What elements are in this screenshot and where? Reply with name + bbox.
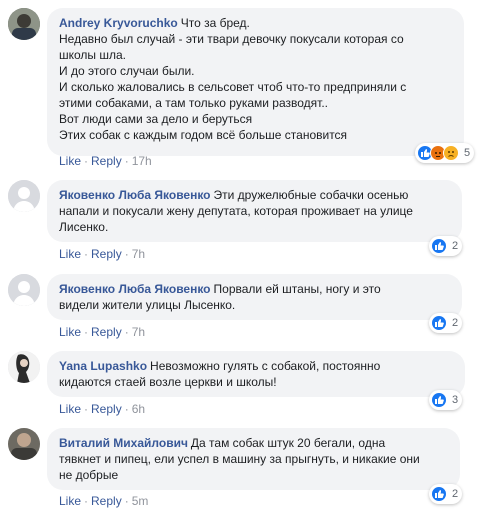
comment-text: тявкнет и пипец, ели успел в машину за п… bbox=[59, 452, 420, 466]
separator: · bbox=[124, 247, 129, 261]
separator: · bbox=[124, 325, 129, 339]
comment-bubble: Яковенко Люба Яковенко Эти дружелюбные со… bbox=[47, 180, 462, 242]
like-button[interactable]: Like bbox=[59, 247, 81, 261]
comment-actions: Like · Reply · 7h bbox=[59, 247, 145, 261]
comment-author[interactable]: Яковенко Люба Яковенко bbox=[59, 188, 211, 202]
comment-text: Порвали ей штаны, ногу и это bbox=[213, 282, 381, 296]
comment-timestamp[interactable]: 5m bbox=[132, 494, 149, 508]
like-icon bbox=[431, 392, 447, 408]
reaction-summary[interactable]: 2 bbox=[429, 484, 463, 504]
reaction-summary[interactable]: 2 bbox=[429, 236, 463, 256]
comment-text: И сколько жаловались в сельсовет чтоб чт… bbox=[59, 80, 407, 94]
separator: · bbox=[124, 154, 129, 168]
reaction-summary[interactable]: 5 bbox=[415, 143, 475, 163]
comment-text: кидаются стаей возле церкви и школы! bbox=[59, 375, 277, 389]
comment-text: этими собаками, а там только руками разв… bbox=[59, 96, 328, 110]
comment-actions: Like · Reply · 5m bbox=[59, 494, 148, 508]
comment-text: Этих собак с каждым годом всё больше ста… bbox=[59, 128, 348, 142]
comment-text: напали и покусали жену депутата, которая… bbox=[59, 204, 413, 218]
comment-actions: Like · Reply · 7h bbox=[59, 325, 145, 339]
reply-button[interactable]: Reply bbox=[91, 247, 122, 261]
comment-text: видели жители улицы Лысенко. bbox=[59, 298, 236, 312]
comment-text: Эти дружелюбные собачки осенью bbox=[213, 188, 409, 202]
comment-author[interactable]: Яковенко Люба Яковенко bbox=[59, 282, 211, 296]
avatar[interactable] bbox=[8, 180, 40, 212]
like-button[interactable]: Like bbox=[59, 402, 81, 416]
separator: · bbox=[124, 402, 129, 416]
reply-button[interactable]: Reply bbox=[91, 494, 122, 508]
comment-timestamp[interactable]: 6h bbox=[132, 402, 145, 416]
comment-text: Что за бред. bbox=[180, 16, 250, 30]
comment-author[interactable]: Andrey Kryvoruchko bbox=[59, 16, 178, 30]
separator: · bbox=[84, 247, 89, 261]
like-button[interactable]: Like bbox=[59, 494, 81, 508]
comment-text: Невозможно гулять с собакой, постоянно bbox=[150, 359, 381, 373]
comment-text: Вот люди сами за дело и беруться bbox=[59, 112, 253, 126]
default-profile-icon bbox=[8, 180, 40, 212]
like-icon bbox=[431, 315, 447, 331]
avatar[interactable] bbox=[8, 428, 40, 460]
like-icon bbox=[431, 486, 447, 502]
separator: · bbox=[84, 154, 89, 168]
like-icon bbox=[431, 238, 447, 254]
reply-button[interactable]: Reply bbox=[91, 402, 122, 416]
like-button[interactable]: Like bbox=[59, 325, 81, 339]
reaction-count: 2 bbox=[452, 240, 459, 252]
comment-actions: Like · Reply · 17h bbox=[59, 154, 152, 168]
reaction-count: 5 bbox=[464, 147, 471, 159]
comment-text: Да там собак штук 20 бегали, одна bbox=[190, 436, 386, 450]
comment-bubble: Andrey Kryvoruchko Что за бред. Недавно б… bbox=[47, 8, 464, 156]
avatar[interactable] bbox=[8, 274, 40, 306]
reply-button[interactable]: Reply bbox=[91, 154, 122, 168]
profile-photo-icon bbox=[8, 428, 40, 460]
comment-text: Лисенко. bbox=[59, 220, 109, 234]
comment-text: И до этого случаи были. bbox=[59, 64, 195, 78]
sad-icon bbox=[443, 145, 459, 161]
separator: · bbox=[124, 494, 129, 508]
separator: · bbox=[84, 402, 89, 416]
profile-photo-icon bbox=[8, 351, 40, 383]
comment-timestamp[interactable]: 7h bbox=[132, 247, 145, 261]
reply-button[interactable]: Reply bbox=[91, 325, 122, 339]
comment-actions: Like · Reply · 6h bbox=[59, 402, 145, 416]
comment-bubble: Yana Lupashko Невозможно гулять с собакой… bbox=[47, 351, 465, 397]
default-profile-icon bbox=[8, 274, 40, 306]
comment-text: школы шла. bbox=[59, 48, 127, 62]
comment-author[interactable]: Виталий Михайлович bbox=[59, 436, 188, 450]
comment-bubble: Виталий Михайлович Да там собак штук 20 б… bbox=[47, 428, 460, 490]
comment-text: Недавно был случай - эти твари девочку п… bbox=[59, 32, 404, 46]
reaction-count: 3 bbox=[452, 394, 459, 406]
profile-photo-icon bbox=[8, 8, 40, 40]
comment-timestamp[interactable]: 7h bbox=[132, 325, 145, 339]
reaction-count: 2 bbox=[452, 317, 459, 329]
comment-bubble: Яковенко Люба Яковенко Порвали ей штаны, … bbox=[47, 274, 462, 320]
separator: · bbox=[84, 325, 89, 339]
comment-author[interactable]: Yana Lupashko bbox=[59, 359, 147, 373]
comment-timestamp[interactable]: 17h bbox=[132, 154, 152, 168]
avatar[interactable] bbox=[8, 351, 40, 383]
reaction-summary[interactable]: 2 bbox=[429, 313, 463, 333]
reaction-count: 2 bbox=[452, 488, 459, 500]
separator: · bbox=[84, 494, 89, 508]
like-button[interactable]: Like bbox=[59, 154, 81, 168]
comment-text: не добрые bbox=[59, 468, 119, 482]
reaction-summary[interactable]: 3 bbox=[429, 390, 463, 410]
avatar[interactable] bbox=[8, 8, 40, 40]
